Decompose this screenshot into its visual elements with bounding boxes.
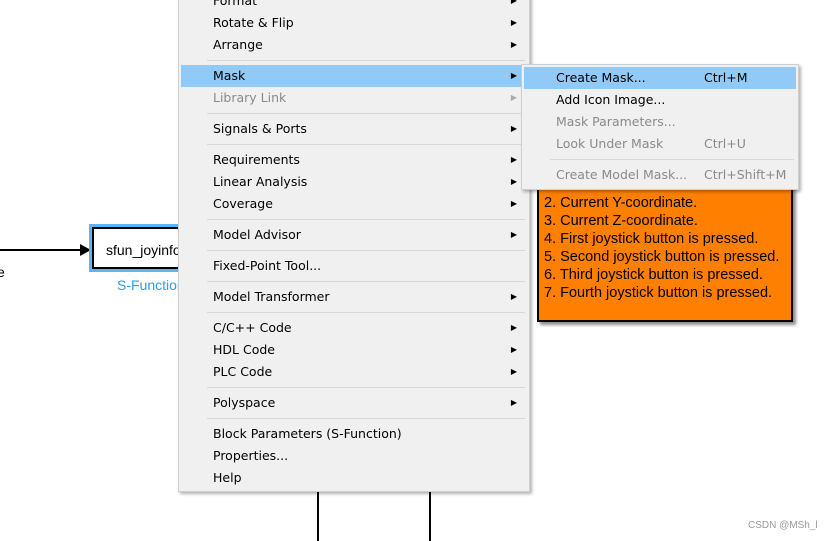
s-function-block[interactable]: sfun_joyinfo [89,224,189,272]
menu-item-label: Coverage [213,196,273,211]
menu-item-mask-parameters[interactable]: Mask Parameters... [524,111,796,133]
menu-item-label: Arrange [213,37,263,52]
menu-item-label: Help [213,470,242,485]
menu-item-requirements[interactable]: Requirements ▶ [181,149,527,171]
menu-item-label: Requirements [213,152,300,167]
submenu-arrow-icon: ▶ [510,398,517,407]
menu-item-model-advisor[interactable]: Model Advisor ▶ [181,224,527,246]
shortcut-label: Ctrl+M [704,70,748,85]
menu-item-fixed-point-tool[interactable]: Fixed-Point Tool... [181,255,527,277]
menu-item-label: Model Transformer [213,289,330,304]
note-line: 4. First joystick button is pressed. [544,231,759,247]
block-text: sfun_joyinfo [106,242,181,258]
note-line: 3. Current Z-coordinate. [544,213,698,229]
submenu-arrow-icon: ▶ [510,230,517,239]
menu-item-label: Format [213,0,258,8]
shortcut-label: Ctrl+Shift+M [704,167,787,182]
note-line: 5. Second joystick button is pressed. [544,249,780,265]
menu-item-label: Signals & Ports [213,121,307,136]
signal-line[interactable] [0,249,82,251]
menu-item-label: Create Mask... [556,70,646,85]
menu-item-linear-analysis[interactable]: Linear Analysis ▶ [181,171,527,193]
menu-item-signals-ports[interactable]: Signals & Ports ▶ [181,118,527,140]
menu-item-c-c-code[interactable]: C/C++ Code ▶ [181,317,527,339]
menu-item-rotate-flip[interactable]: Rotate & Flip ▶ [181,12,527,34]
submenu-arrow-icon: ▶ [510,199,517,208]
submenu-arrow-icon: ▶ [510,18,517,27]
menu-separator [207,281,525,282]
menu-item-label: Properties... [213,448,289,463]
menu-item-label: C/C++ Code [213,320,292,335]
menu-item-label: Model Advisor [213,227,301,242]
submenu-arrow-icon: ▶ [510,155,517,164]
edge-label: e [0,264,5,280]
menu-separator [207,144,525,145]
menu-separator [207,418,525,419]
mask-submenu[interactable]: Create Mask... Ctrl+M Add Icon Image... Mas… [521,64,799,190]
menu-item-look-under-mask[interactable]: Look Under Mask Ctrl+U [524,133,796,155]
menu-item-label: Create Model Mask... [556,167,688,182]
annotation-note[interactable]: 1. Current X-coordinate.2. Current Y-coo… [537,172,793,322]
menu-item-label: Add Icon Image... [556,92,666,107]
menu-item-create-model-mask[interactable]: Create Model Mask... Ctrl+Shift+M [524,164,796,186]
menu-item-label: PLC Code [213,364,273,379]
menu-item-format[interactable]: Format ▶ [181,0,527,12]
menu-item-add-icon-image[interactable]: Add Icon Image... [524,89,796,111]
menu-item-label: Mask Parameters... [556,114,676,129]
submenu-arrow-icon: ▶ [510,40,517,49]
menu-item-create-mask[interactable]: Create Mask... Ctrl+M [524,67,796,89]
menu-item-mask[interactable]: Mask ▶ [181,65,527,87]
menu-item-label: Mask [213,68,246,83]
menu-separator [207,219,525,220]
submenu-arrow-icon: ▶ [510,93,517,102]
note-line: 2. Current Y-coordinate. [544,195,698,211]
menu-item-label: Fixed-Point Tool... [213,258,322,273]
submenu-arrow-icon: ▶ [510,177,517,186]
menu-separator [207,312,525,313]
menu-item-label: Block Parameters (S-Function) [213,426,402,441]
menu-item-label: Library Link [213,90,287,105]
menu-item-hdl-code[interactable]: HDL Code ▶ [181,339,527,361]
submenu-arrow-icon: ▶ [510,71,517,80]
menu-item-plc-code[interactable]: PLC Code ▶ [181,361,527,383]
note-line: 6. Third joystick button is pressed. [544,267,763,283]
menu-item-arrange[interactable]: Arrange ▶ [181,34,527,56]
menu-item-properties[interactable]: Properties... [181,445,527,467]
menu-item-label: Linear Analysis [213,174,308,189]
menu-item-library-link[interactable]: Library Link ▶ [181,87,527,109]
watermark: CSDN @MSh_l [748,520,818,531]
block-name[interactable]: S-Function [117,277,185,293]
submenu-arrow-icon: ▶ [510,323,517,332]
menu-separator [207,60,525,61]
menu-item-label: HDL Code [213,342,275,357]
menu-item-block-parameters-s-function[interactable]: Block Parameters (S-Function) [181,423,527,445]
submenu-arrow-icon: ▶ [510,292,517,301]
menu-separator [550,159,794,160]
submenu-arrow-icon: ▶ [510,0,517,5]
note-line: 7. Fourth joystick button is pressed. [544,285,773,301]
menu-item-help[interactable]: Help [181,467,527,489]
menu-separator [207,113,525,114]
menu-item-model-transformer[interactable]: Model Transformer ▶ [181,286,527,308]
menu-separator [207,387,525,388]
menu-separator [207,250,525,251]
submenu-arrow-icon: ▶ [510,124,517,133]
shortcut-label: Ctrl+U [704,136,746,151]
submenu-arrow-icon: ▶ [510,345,517,354]
menu-item-coverage[interactable]: Coverage ▶ [181,193,527,215]
menu-item-label: Look Under Mask [556,136,664,151]
menu-item-polyspace[interactable]: Polyspace ▶ [181,392,527,414]
submenu-arrow-icon: ▶ [510,367,517,376]
menu-item-label: Polyspace [213,395,276,410]
menu-item-label: Rotate & Flip [213,15,294,30]
context-menu[interactable]: Format ▶ Rotate & Flip ▶ Arrange ▶ Mask ▶ Librar… [178,0,530,492]
